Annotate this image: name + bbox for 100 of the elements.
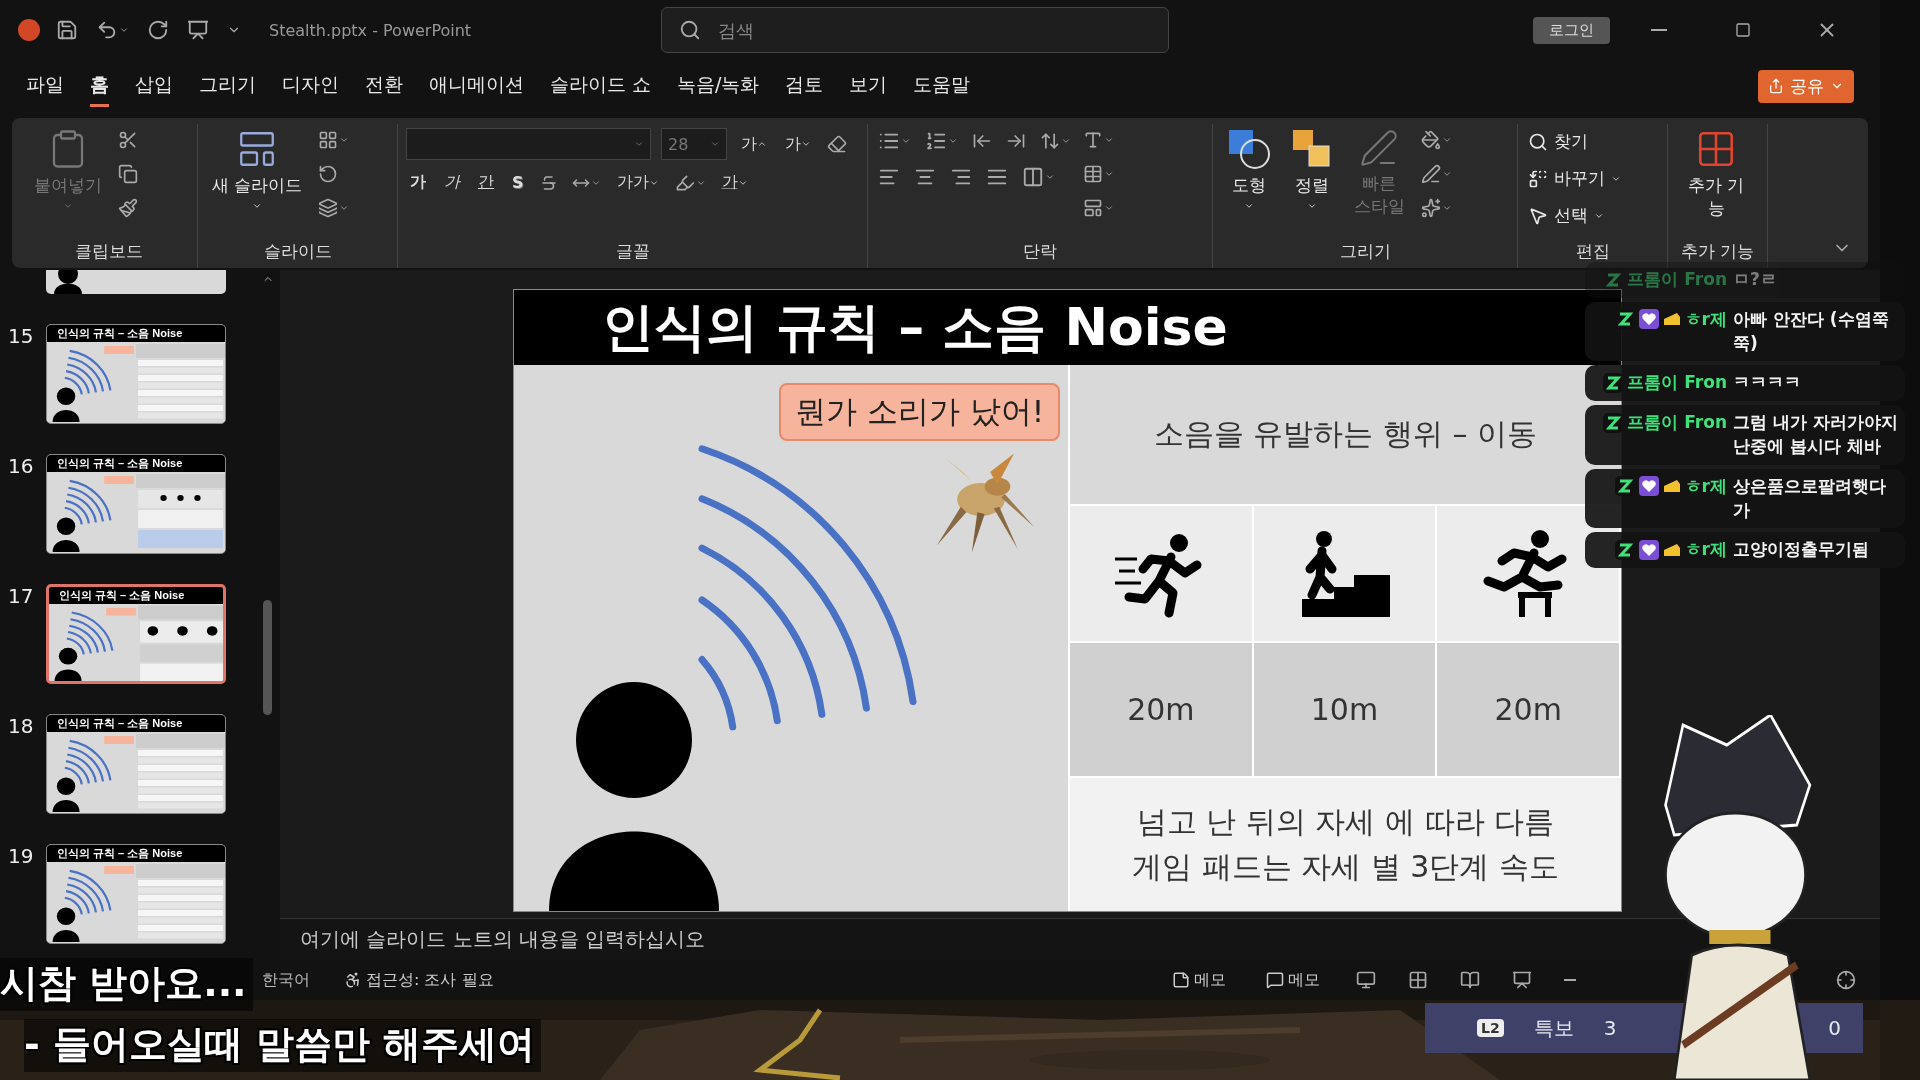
menu-tab[interactable]: 디자인 [282,65,339,107]
z-badge-icon [1603,372,1624,393]
table-note: 넘고 난 뒤의 자세 에 따라 다름 [1136,802,1555,841]
grow-font-button[interactable]: 가 [737,131,771,157]
slide-number: 19 [8,844,34,868]
slide-number: 16 [8,454,34,478]
table-cell: 20m [1437,643,1621,776]
group-label: 편집 [1574,240,1611,263]
slide-number: 18 [8,714,34,738]
select-button[interactable]: 선택 [1526,202,1623,229]
font-style-button[interactable]: S [508,171,528,194]
replace-button[interactable]: 바꾸기 [1526,165,1623,192]
shapes-icon [1227,128,1271,170]
scroll-thumb[interactable] [263,600,272,715]
slide-thumbnail[interactable] [46,270,226,294]
comment-icon [1266,971,1284,989]
caret-icon [1045,172,1055,182]
menu-tab[interactable]: 슬라이드 쇼 [550,65,652,107]
group-label: 슬라이드 [262,240,333,263]
arrange-button[interactable]: 정렬 [1285,124,1339,215]
clear-format-icon [827,134,847,154]
strikethrough-icon [539,173,558,192]
save-icon [56,19,78,41]
chat-text: 고양이정출무기됨 [1733,538,1870,562]
thumbnail-title: 인식의 규칙 – 소음 Noise [47,845,225,862]
menu-tab[interactable]: 삽입 [135,65,173,107]
accessibility-button[interactable]: 접근성: 조사 필요 [338,968,500,992]
login-button[interactable]: 로그인 [1533,16,1610,44]
caret-icon [252,201,263,211]
subtitle-text: - 들어오실때 말씀만 해주세여 [24,1019,542,1072]
comments-button[interactable]: 메모 [1260,968,1326,992]
font-color-button[interactable]: 가 [717,170,752,195]
group-label: 그리기 [1338,240,1392,263]
menu-tab[interactable]: 전환 [365,65,403,107]
caret-icon [1442,203,1452,213]
slide-thumbnail[interactable]: 인식의 규칙 – 소음 Noise [46,844,226,944]
table-note: 게임 패드는 자세 별 3단계 속도 [1132,847,1559,886]
chat-text: 아빠 안잔다 (수염쭉쭉) [1733,307,1890,355]
table-cell: 20m [1070,643,1254,776]
menu-tab[interactable]: 파일 [26,65,64,107]
chat-text: 상은품으로팔려햇다가 [1733,474,1887,522]
shapes-button[interactable]: 도형 [1221,124,1277,215]
slide-thumbnail[interactable]: 인식의 규칙 – 소음 Noise [46,714,226,814]
cut-icon [118,130,138,150]
font-style-button[interactable]: 가 [406,170,430,195]
format-painter-button[interactable] [116,196,140,220]
group-label: 단락 [1022,240,1058,263]
new-slide-button[interactable]: 새 슬라이드 [206,124,309,215]
menu-tab[interactable]: 도움말 [913,65,971,107]
cheese-icon [1662,479,1681,494]
section-icon [318,198,339,218]
caret-icon [339,135,350,145]
caret-icon [757,139,767,149]
add-ins-button[interactable]: 추가 기능 [1676,124,1756,224]
chat-username: ㅎr제 [1684,538,1727,562]
cheese-icon [1662,312,1681,327]
fit-window-button[interactable] [1834,968,1858,992]
align-text-icon [1083,164,1103,184]
change-case-button[interactable]: 가가 [612,170,663,195]
caret-icon [119,25,129,35]
caret-icon [901,136,911,146]
menu-tab[interactable]: 그리기 [199,65,256,107]
slide-thumbnail[interactable]: 인식의 규칙 – 소음 Noise [46,324,226,424]
redo-icon [147,19,169,41]
menu-tab[interactable]: 애니메이션 [429,65,524,107]
slide-thumbnail[interactable]: 인식의 규칙 – 소음 Noise [46,454,226,554]
caret-icon [1104,135,1114,145]
shrink-font-button[interactable]: 가 [781,131,815,157]
find-button[interactable]: 찾기 [1526,128,1623,155]
menu-tab[interactable]: 홈 [90,65,109,107]
menu-tab[interactable]: 검토 [785,65,824,107]
search-field[interactable]: 검색 [661,7,1170,53]
copy-button[interactable] [116,162,140,186]
copy-icon [118,164,138,184]
language-status: 한국어 [262,969,310,991]
menu-tab[interactable]: 녹음/녹화 [677,65,760,107]
smartart-icon [1083,198,1103,218]
chat-username: ㅎr제 [1684,307,1727,331]
numbering-icon [925,130,947,152]
font-style-button[interactable]: 가 [440,170,464,195]
font-style-button[interactable]: 간 [474,170,498,195]
normal-view-icon [1356,970,1376,990]
subtitle-text: 시참 받아요... [0,958,253,1011]
note-icon [1172,971,1190,989]
increase-indent-icon [1006,131,1026,151]
effects-icon [1421,198,1441,218]
thumbnail-title: 인식의 규칙 – 소음 Noise [47,455,225,472]
table-cell: 10m [1253,643,1438,776]
font-name-field[interactable] [406,128,651,160]
chat-username: 프롬이 Fron [1627,411,1727,435]
heart-badge-icon [1638,309,1659,330]
slide-thumbnail[interactable]: 인식의 규칙 – 소음 Noise [46,584,226,684]
group-label: 추가 기능 [1679,240,1756,263]
font-size-field[interactable]: 28 [661,128,727,160]
maximize-icon [1735,22,1751,38]
level-badge: L2 [1477,1019,1504,1037]
menu-tab[interactable]: 보기 [849,65,888,107]
search-icon [679,19,702,41]
caret-icon [1104,169,1114,179]
notes-button[interactable]: 메모 [1166,968,1232,992]
